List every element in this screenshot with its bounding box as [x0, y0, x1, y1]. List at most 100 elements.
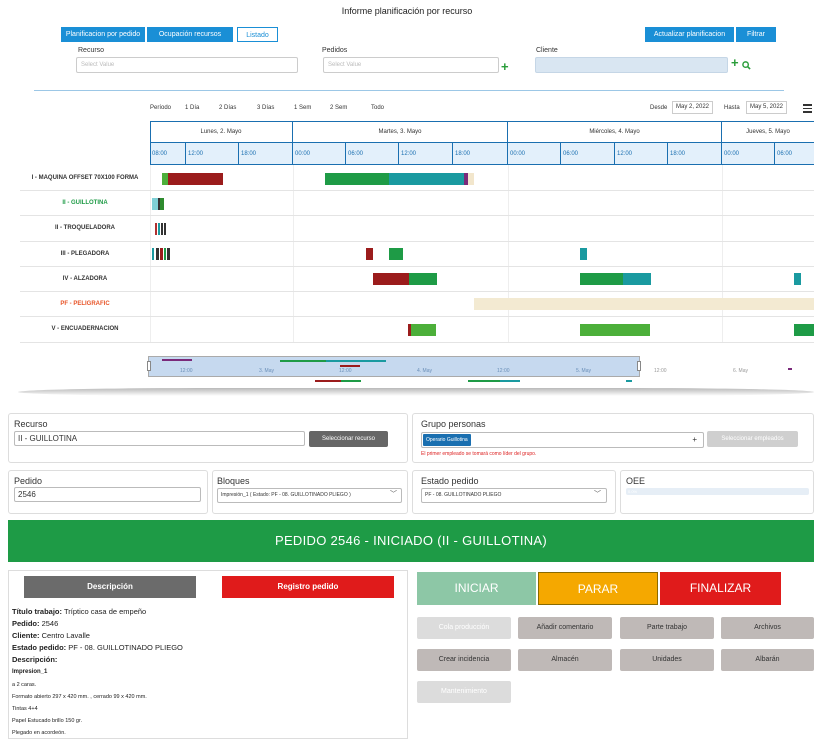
task-bar[interactable] — [580, 273, 623, 285]
archivos-button[interactable]: Archivos — [721, 617, 814, 639]
oee-progress: 0.0% — [626, 488, 809, 495]
resource-label[interactable]: II - GUILLOTINA — [20, 191, 150, 215]
tab-listado[interactable]: Listado — [237, 27, 278, 42]
task-bar[interactable] — [167, 248, 170, 260]
planning-panel: Informe planificación por recurso Planif… — [0, 0, 814, 392]
timeline-navigator[interactable] — [148, 356, 640, 377]
navigator-handle-right[interactable] — [637, 361, 641, 371]
grupo-input[interactable]: Operario Guillotina + — [421, 432, 704, 448]
task-bar[interactable] — [325, 173, 389, 185]
resource-label[interactable]: PF - PELIGRAFIC — [20, 292, 150, 316]
tab-planificacion-pedido[interactable]: Planificacion por pedido — [61, 27, 145, 42]
anadir-comentario-button[interactable]: Añadir comentario — [518, 617, 612, 639]
tab-registro-pedido[interactable]: Registro pedido — [222, 576, 394, 598]
unidades-button[interactable]: Unidades — [620, 649, 714, 671]
detail-line: Impresion_1 — [12, 669, 48, 675]
task-bar[interactable] — [156, 248, 159, 260]
chevron-down-icon[interactable]: ﹀ — [390, 489, 397, 499]
add-empleado-icon[interactable]: + — [692, 433, 697, 446]
task-bar[interactable] — [164, 223, 166, 235]
task-bar[interactable] — [160, 248, 163, 260]
resource-label[interactable]: III - PLEGADORA — [20, 242, 150, 266]
pedidos-filter-input[interactable]: Select Value — [323, 57, 499, 73]
navigator-label: 5. May — [576, 368, 592, 374]
task-bar[interactable] — [158, 223, 160, 235]
task-bar[interactable] — [164, 248, 166, 260]
filtrar-button[interactable]: Filtrar — [736, 27, 776, 42]
parte-trabajo-button[interactable]: Parte trabajo — [620, 617, 714, 639]
pedido-input[interactable]: 2546 — [14, 487, 201, 502]
parar-button[interactable]: PARAR — [538, 572, 658, 605]
task-bar[interactable] — [794, 273, 801, 285]
resource-label[interactable]: IV - ALZADORA — [20, 267, 150, 291]
task-bar[interactable] — [580, 248, 587, 260]
finalizar-button[interactable]: FINALIZAR — [660, 572, 781, 605]
period-3-dias[interactable]: 3 Días — [257, 105, 274, 111]
task-bar[interactable] — [411, 324, 436, 336]
task-bar[interactable] — [168, 173, 223, 185]
resource-label[interactable]: V - ENCUADERNACION — [20, 317, 150, 341]
albaran-button[interactable]: Albarán — [721, 649, 814, 671]
period-1-sem[interactable]: 1 Sem — [294, 105, 311, 111]
mantenimiento-button[interactable]: Mantenimiento — [417, 681, 511, 703]
recurso-input[interactable]: II - GUILLOTINA — [14, 431, 305, 446]
period-2-dias[interactable]: 2 Días — [219, 105, 236, 111]
resource-label[interactable]: II - TROQUELADORA — [20, 216, 150, 240]
task-bar[interactable] — [373, 273, 409, 285]
task-bar[interactable] — [160, 198, 164, 210]
navigator-label: 12:00 — [180, 368, 193, 374]
detail-line: a 2 caras. — [12, 682, 37, 688]
navigator-label: 3. May — [259, 368, 275, 374]
task-bar[interactable] — [389, 248, 403, 260]
task-bar[interactable] — [468, 173, 474, 185]
cliente-filter-label: Cliente — [536, 47, 558, 54]
navigator-handle-left[interactable] — [147, 361, 151, 371]
operario-tag[interactable]: Operario Guillotina — [423, 434, 471, 446]
task-bar[interactable] — [794, 324, 814, 336]
task-bar[interactable] — [623, 273, 651, 285]
task-bar[interactable] — [474, 298, 814, 310]
bloques-select[interactable]: Impresión_1 ( Estado: PF - 08. GUILLOTIN… — [217, 488, 402, 503]
task-bar[interactable] — [621, 324, 650, 336]
actualizar-planificacion-button[interactable]: Actualizar planificacion — [645, 27, 734, 42]
desde-label: Desde — [650, 105, 668, 111]
crear-incidencia-button[interactable]: Crear incidencia — [417, 649, 511, 671]
navigator-series — [280, 360, 326, 362]
recurso-filter-input[interactable]: Select Value — [76, 57, 298, 73]
tab-ocupacion-recursos[interactable]: Ocupación recursos — [147, 27, 233, 42]
tab-descripcion[interactable]: Descripción — [24, 576, 196, 598]
task-bar[interactable] — [580, 324, 621, 336]
iniciar-button[interactable]: INICIAR — [417, 572, 536, 605]
detail-key: Descripción: — [12, 655, 58, 664]
chevron-down-icon[interactable]: ﹀ — [594, 489, 601, 499]
navigator-series — [315, 380, 341, 382]
task-bar[interactable] — [409, 273, 437, 285]
period-1-dia[interactable]: 1 Día — [185, 105, 199, 111]
detail-line: Tintas 4+4 — [12, 706, 38, 712]
detail-estado: Estado pedido: PF - 08. GUILLOTINADO PLI… — [12, 643, 183, 652]
task-bar[interactable] — [366, 248, 373, 260]
timeline-frame — [150, 121, 814, 165]
task-bar[interactable] — [161, 223, 163, 235]
add-cliente-icon[interactable]: + — [731, 56, 739, 69]
menu-icon[interactable] — [803, 104, 812, 115]
search-icon[interactable] — [742, 57, 751, 75]
resource-label[interactable]: I - MAQUINA OFFSET 70X100 FORMA — [20, 166, 150, 190]
cola-produccion-button[interactable]: Cola producción — [417, 617, 511, 639]
task-bar[interactable] — [389, 173, 464, 185]
separator — [34, 90, 784, 91]
period-2-sem[interactable]: 2 Sem — [330, 105, 347, 111]
almacen-button[interactable]: Almacén — [518, 649, 612, 671]
detail-key: Cliente: — [12, 631, 40, 640]
hasta-date-input[interactable]: May 5, 2022 — [746, 101, 788, 114]
cliente-filter-input[interactable] — [535, 57, 728, 73]
period-todo[interactable]: Todo — [371, 105, 384, 111]
add-pedido-icon[interactable]: + — [501, 60, 509, 73]
seleccionar-empleados-button[interactable]: Seleccionar empleados — [707, 431, 798, 447]
estado-select[interactable]: PF - 08. GUILLOTINADO PLIEGO — [421, 488, 607, 503]
desde-date-input[interactable]: May 2, 2022 — [672, 101, 714, 114]
task-bar[interactable] — [155, 223, 157, 235]
task-bar[interactable] — [152, 248, 154, 260]
detail-value: Centro Lavalle — [41, 631, 90, 640]
seleccionar-recurso-button[interactable]: Seleccionar recurso — [309, 431, 388, 447]
